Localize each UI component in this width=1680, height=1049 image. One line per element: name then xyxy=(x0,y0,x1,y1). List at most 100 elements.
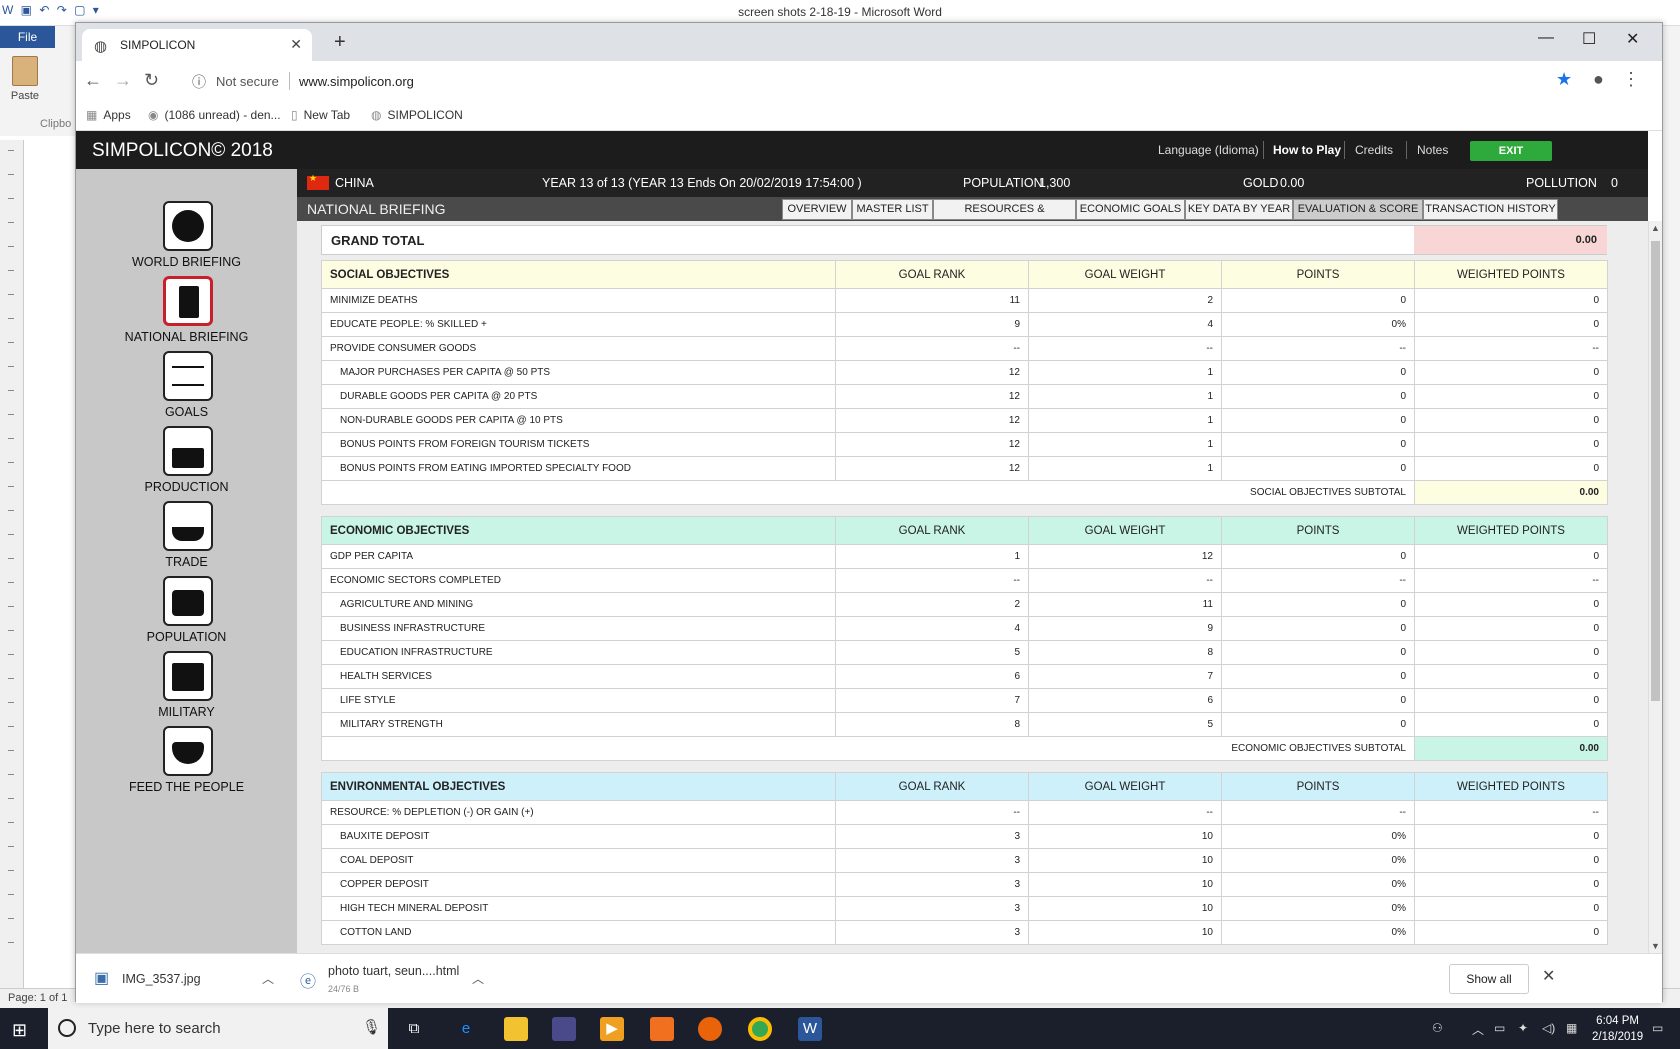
word-quick-access-toolbar[interactable]: W ▣ ↶ ↷ ▢ ▾ xyxy=(2,3,101,17)
url-text[interactable]: www.simpolicon.org xyxy=(299,74,414,89)
new-tab-button[interactable]: + xyxy=(334,31,346,54)
outlook-icon[interactable] xyxy=(650,1017,674,1041)
people-icon[interactable]: ⚇ xyxy=(1432,1021,1443,1035)
table-row: ECONOMIC SECTORS COMPLETED -- -- -- -- xyxy=(321,568,1608,593)
chevron-up-icon[interactable]: ︿ xyxy=(472,970,484,987)
goal-rank-cell: 8 xyxy=(835,712,1029,737)
sidebar-item-national-briefing[interactable]: NATIONAL BRIEFING xyxy=(76,276,297,352)
store-icon[interactable] xyxy=(552,1017,576,1041)
keyboard-icon[interactable]: ▦ xyxy=(1566,1021,1577,1035)
network-icon[interactable]: ▭ xyxy=(1494,1021,1505,1035)
points-cell: -- xyxy=(1221,568,1415,593)
credits-link[interactable]: Credits xyxy=(1355,143,1393,157)
browser-menu-icon[interactable]: ⋮ xyxy=(1622,69,1640,90)
goal-rank-cell: -- xyxy=(835,800,1029,825)
forward-icon[interactable]: → xyxy=(114,70,132,91)
firefox-icon[interactable] xyxy=(698,1017,722,1041)
minimize-icon[interactable]: — xyxy=(1538,29,1554,47)
scroll-down-icon[interactable]: ▼ xyxy=(1651,941,1660,951)
info-icon[interactable]: ⓘ xyxy=(192,72,206,92)
scroll-up-icon[interactable]: ▲ xyxy=(1651,223,1660,233)
edge-icon[interactable]: e xyxy=(454,1017,478,1041)
tab-transaction-history[interactable]: TRANSACTION HISTORY xyxy=(1423,199,1558,220)
address-bar[interactable]: ⓘ Not secure www.simpolicon.org xyxy=(184,66,1584,96)
weighted-points-cell: 0 xyxy=(1414,640,1608,665)
reload-icon[interactable]: ↻ xyxy=(144,70,159,91)
sidebar-item-military[interactable]: MILITARY xyxy=(76,651,297,727)
language-link[interactable]: Language (Idioma) xyxy=(1158,143,1259,157)
scrollbar-thumb[interactable] xyxy=(1651,241,1660,701)
tab-evaluation-score[interactable]: EVALUATION & SCORE xyxy=(1293,199,1423,220)
how-to-play-link[interactable]: How to Play xyxy=(1273,143,1341,157)
tab-economic-goals[interactable]: ECONOMIC GOALS xyxy=(1076,199,1185,220)
file-explorer-icon[interactable] xyxy=(504,1017,528,1041)
ruler-mark xyxy=(8,750,14,751)
close-window-icon[interactable]: ✕ xyxy=(1626,29,1639,49)
ruler-mark xyxy=(8,606,14,607)
browser-toolbar: ← → ↻ ⓘ Not secure www.simpolicon.org ★ … xyxy=(76,61,1662,101)
sidebar-item-feed-the-people[interactable]: FEED THE PEOPLE xyxy=(76,726,297,802)
sidebar-item-production[interactable]: PRODUCTION xyxy=(76,426,297,502)
exit-button[interactable]: EXIT xyxy=(1470,141,1552,161)
close-shelf-icon[interactable]: ✕ xyxy=(1542,966,1555,986)
bookmark-simpolicon[interactable]: ◍ SIMPOLICON xyxy=(371,108,463,122)
table-row: COPPER DEPOSIT 3 10 0% 0 xyxy=(321,872,1608,897)
notes-link[interactable]: Notes xyxy=(1417,143,1448,157)
tray-chevron-up-icon[interactable]: ︿ xyxy=(1472,1021,1484,1038)
weighted-points-cell: 0 xyxy=(1414,592,1608,617)
gold-label: GOLD xyxy=(1243,176,1279,190)
task-view-icon[interactable]: ⧉ xyxy=(402,1017,426,1041)
content-scrollbar[interactable]: ▲ ▼ xyxy=(1648,221,1662,953)
word-paste-button[interactable]: Paste xyxy=(6,56,44,106)
taskbar-search[interactable]: Type here to search 🎙 xyxy=(48,1008,388,1049)
tab-master-list[interactable]: MASTER LIST xyxy=(852,199,933,220)
chevron-up-icon[interactable]: ︿ xyxy=(262,970,274,987)
goal-rank-cell: 4 xyxy=(835,616,1029,641)
download-item[interactable]: ▣ IMG_3537.jpg ︿ xyxy=(94,962,294,996)
word-paste-label: Paste xyxy=(10,90,40,102)
maximize-icon[interactable]: ☐ xyxy=(1582,29,1596,49)
tab-overview[interactable]: OVERVIEW xyxy=(782,199,852,220)
chrome-icon[interactable] xyxy=(748,1017,772,1041)
goal-weight-cell: 10 xyxy=(1028,896,1222,921)
bookmark-star-icon[interactable]: ★ xyxy=(1556,69,1572,90)
close-tab-icon[interactable]: ✕ xyxy=(290,36,302,53)
bookmark-mail[interactable]: ◉ (1086 unread) - den... xyxy=(148,108,281,122)
sidebar-item-trade[interactable]: TRADE xyxy=(76,501,297,577)
volume-icon[interactable]: ◁) xyxy=(1542,1021,1555,1035)
notification-icon[interactable]: ▭ xyxy=(1652,1021,1663,1035)
bookmark-new-tab[interactable]: ▯ New Tab xyxy=(291,108,350,122)
checklist-icon xyxy=(163,351,213,401)
address-separator xyxy=(289,72,290,90)
goal-rank-cell: 6 xyxy=(835,664,1029,689)
apps-grid-icon: ▦ xyxy=(86,108,98,122)
bookmark-apps[interactable]: ▦ Apps xyxy=(86,108,131,122)
media-player-icon[interactable]: ▶ xyxy=(600,1017,624,1041)
tab-key-data-by-year[interactable]: KEY DATA BY YEAR xyxy=(1185,199,1293,220)
page-viewport: SIMPOLICON© 2018 Language (Idioma) How t… xyxy=(76,131,1662,953)
section-header-row: ECONOMIC OBJECTIVES GOAL RANK GOAL WEIGHT P… xyxy=(321,516,1608,545)
word-file-tab[interactable]: File xyxy=(0,26,55,48)
dropbox-icon[interactable]: ✦ xyxy=(1518,1021,1528,1035)
sidebar-item-world-briefing[interactable]: WORLD BRIEFING xyxy=(76,201,297,277)
windows-start-icon[interactable]: ⊞ xyxy=(12,1020,27,1041)
table-row: EDUCATION INFRASTRUCTURE 5 8 0 0 xyxy=(321,640,1608,665)
browser-tab[interactable]: ◍ SIMPOLICON ✕ xyxy=(82,29,312,61)
show-all-button[interactable]: Show all xyxy=(1449,964,1529,994)
account-icon[interactable]: ● xyxy=(1593,69,1604,90)
back-icon[interactable]: ← xyxy=(84,70,102,91)
tab-resources-products[interactable]: RESOURCES & PRODUCTS xyxy=(933,199,1076,234)
sidebar-item-population[interactable]: POPULATION xyxy=(76,576,297,652)
taskbar-clock[interactable]: 6:04 PM 2/18/2019 xyxy=(1592,1013,1643,1045)
section-title: SOCIAL OBJECTIVES xyxy=(321,260,836,289)
word-right-scrollbar[interactable] xyxy=(1660,26,1680,996)
column-header-weighted-points: WEIGHTED POINTS xyxy=(1414,516,1608,545)
weighted-points-cell: 0 xyxy=(1414,896,1608,921)
objective-name: EDUCATION INFRASTRUCTURE xyxy=(321,640,836,665)
sidebar-item-goals[interactable]: GOALS xyxy=(76,351,297,427)
word-icon[interactable]: W xyxy=(798,1017,822,1041)
ruler-mark xyxy=(8,798,14,799)
download-item[interactable]: ⓔ photo tuart, seun....html 24/76 B ︿ xyxy=(300,962,500,996)
objective-name: RESOURCE: % DEPLETION (-) OR GAIN (+) xyxy=(321,800,836,825)
microphone-icon[interactable]: 🎙 xyxy=(362,1018,381,1036)
